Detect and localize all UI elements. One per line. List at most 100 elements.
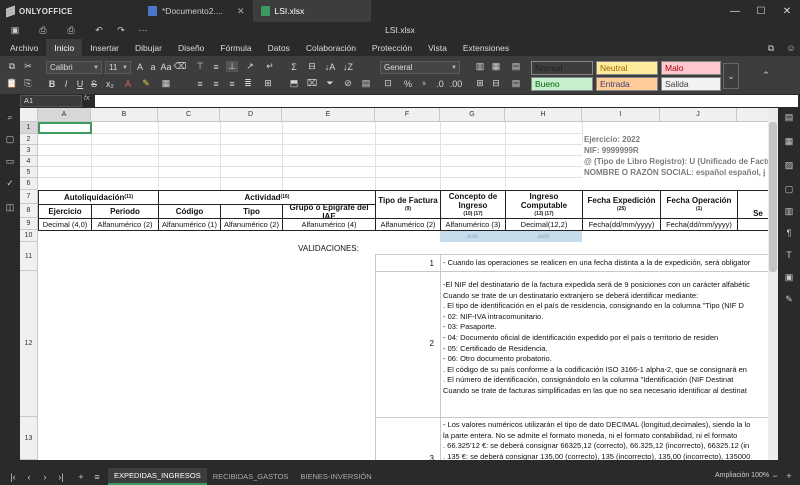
image-settings-icon[interactable]: ▨ bbox=[783, 160, 795, 170]
row-header-2[interactable]: 2 bbox=[20, 134, 38, 145]
select-all-corner[interactable] bbox=[20, 108, 38, 122]
increase-decimal-icon[interactable]: .00 bbox=[450, 78, 463, 89]
format-cell[interactable]: Alfanumérico (1) bbox=[159, 219, 220, 230]
styles-more-icon[interactable]: ⌄ bbox=[723, 63, 739, 89]
font-size-select[interactable]: 11 ▼ bbox=[105, 61, 131, 74]
formula-input[interactable] bbox=[95, 95, 798, 107]
format-cell[interactable]: Alfanumérico (4) bbox=[283, 219, 375, 230]
selected-cell-a1[interactable] bbox=[38, 122, 92, 134]
row-header-13[interactable]: 13 bbox=[20, 417, 38, 460]
auto-cell[interactable]: auto bbox=[505, 231, 582, 242]
row-header-9[interactable]: 9 bbox=[20, 218, 38, 230]
spreadsheet-grid[interactable]: A B C D E F G H I J 1 2 3 4 5 6 7 8 9 10… bbox=[20, 108, 778, 460]
copy-icon[interactable]: ⧉ bbox=[6, 61, 18, 72]
tab-documento2[interactable]: *Documento2.... ✕ bbox=[140, 0, 253, 22]
tab-lsi[interactable]: LSI.xlsx bbox=[252, 0, 371, 22]
sort-ascending-icon[interactable]: ↓A bbox=[324, 61, 336, 72]
row-header-3[interactable]: 3 bbox=[20, 145, 38, 156]
increase-font-icon[interactable]: A bbox=[134, 61, 146, 72]
named-range-icon[interactable]: ⊟ bbox=[306, 61, 318, 72]
scrollbar-thumb[interactable] bbox=[769, 122, 777, 272]
style-neutral[interactable]: Neutral bbox=[596, 61, 658, 75]
row-header-1[interactable]: 1 bbox=[20, 122, 38, 134]
cut-icon[interactable]: ✂ bbox=[22, 61, 34, 72]
italic-icon[interactable]: I bbox=[60, 78, 72, 89]
clear-filter-icon[interactable]: ⊘ bbox=[342, 78, 354, 89]
textart-settings-icon[interactable]: T bbox=[783, 250, 795, 260]
format-cell[interactable]: Alfanumérico (2) bbox=[92, 219, 158, 230]
column-header-h[interactable]: H bbox=[505, 108, 582, 122]
spellcheck-icon[interactable]: ✓ bbox=[4, 178, 16, 188]
user-icon[interactable]: ☺ bbox=[784, 42, 798, 54]
format-cell[interactable]: Fecha(dd/mm/yyyy) bbox=[583, 219, 660, 230]
format-cell[interactable]: Alfanumérico (2) bbox=[221, 219, 282, 230]
chat-icon[interactable]: ▭ bbox=[4, 156, 16, 166]
column-header-a[interactable]: A bbox=[38, 108, 91, 122]
number-format-select[interactable]: General ▼ bbox=[380, 61, 460, 74]
search-icon[interactable]: ⌕ bbox=[4, 112, 16, 122]
subscript-icon[interactable]: x₂ bbox=[104, 78, 116, 89]
text-orientation-icon[interactable]: ↗ bbox=[244, 61, 256, 72]
change-case-icon[interactable]: Aa bbox=[160, 61, 172, 72]
vertical-scrollbar[interactable] bbox=[768, 108, 778, 460]
auto-cell[interactable]: auto bbox=[440, 231, 505, 242]
sheet-tab-recibidas-gastos[interactable]: RECIBIDAS_GASTOS bbox=[207, 468, 295, 485]
comments-icon[interactable]: ▢ bbox=[4, 134, 16, 144]
row-header-10[interactable]: 10 bbox=[20, 230, 38, 242]
row-header-12[interactable]: 12 bbox=[20, 271, 38, 417]
name-box[interactable]: A1 bbox=[20, 95, 82, 107]
row-header-6[interactable]: 6 bbox=[20, 178, 38, 190]
cell-settings-icon[interactable]: ▤ bbox=[510, 61, 522, 72]
clear-icon[interactable]: ⌧ bbox=[306, 78, 318, 89]
column-header-g[interactable]: G bbox=[440, 108, 505, 122]
horizontal-scrollbar[interactable] bbox=[20, 460, 778, 468]
close-window-button[interactable]: ✕ bbox=[774, 0, 800, 22]
sheet-tab-expedidas-ingresos[interactable]: EXPEDIDAS_INGRESOS bbox=[108, 468, 207, 485]
fill-icon[interactable]: ⬒ bbox=[288, 78, 300, 89]
wrap-text-icon[interactable]: ↵ bbox=[264, 61, 276, 72]
last-sheet-icon[interactable]: ›| bbox=[54, 471, 68, 483]
signature-settings-icon[interactable]: ✎ bbox=[783, 294, 795, 304]
open-file-location-icon[interactable]: ⧉ bbox=[764, 42, 778, 54]
decrease-font-icon[interactable]: a bbox=[147, 61, 159, 72]
minimize-button[interactable]: — bbox=[722, 0, 748, 22]
format-cell[interactable]: Decimal(12,2) bbox=[506, 219, 582, 230]
insert-function-icon[interactable]: fx bbox=[84, 95, 94, 107]
plugins-icon[interactable]: ◫ bbox=[4, 202, 16, 212]
font-name-select[interactable]: Calibri ▼ bbox=[46, 61, 102, 74]
style-bueno[interactable]: Bueno bbox=[531, 77, 593, 91]
menu-colaboracion[interactable]: Colaboración bbox=[298, 39, 364, 56]
decrease-decimal-icon[interactable]: .0 bbox=[434, 78, 446, 89]
table-settings-icon[interactable]: ▦ bbox=[783, 136, 795, 146]
prev-sheet-icon[interactable]: ‹ bbox=[22, 471, 36, 483]
sheet-tab-bienes-inversion[interactable]: BIENES-INVERSIÓN bbox=[294, 468, 377, 485]
row-header-11[interactable]: 11 bbox=[20, 242, 38, 271]
style-salida[interactable]: Salida bbox=[661, 77, 721, 91]
column-header-e[interactable]: E bbox=[282, 108, 375, 122]
column-header-i[interactable]: I bbox=[582, 108, 660, 122]
sheet-list-icon[interactable]: ≡ bbox=[90, 471, 104, 483]
delete-cells-icon[interactable]: ⊟ bbox=[490, 78, 502, 89]
column-header-j[interactable]: J bbox=[660, 108, 737, 122]
column-header-d[interactable]: D bbox=[220, 108, 282, 122]
align-middle-icon[interactable]: ≡ bbox=[210, 61, 222, 72]
style-malo[interactable]: Malo bbox=[661, 61, 721, 75]
cell-settings-panel-icon[interactable]: ▤ bbox=[783, 112, 795, 122]
column-header-b[interactable]: B bbox=[91, 108, 158, 122]
zoom-out-icon[interactable]: − bbox=[768, 470, 782, 482]
bold-icon[interactable]: B bbox=[46, 78, 58, 89]
menu-datos[interactable]: Datos bbox=[260, 39, 298, 56]
add-sheet-icon[interactable]: + bbox=[74, 471, 88, 483]
autosum-icon[interactable]: Σ bbox=[288, 61, 300, 72]
sort-descending-icon[interactable]: ↓Z bbox=[342, 61, 354, 72]
pivot-settings-icon[interactable]: ▣ bbox=[783, 272, 795, 282]
accounting-icon[interactable]: ⊡ bbox=[382, 78, 394, 89]
menu-inicio[interactable]: Inicio bbox=[46, 39, 83, 56]
align-right-icon[interactable]: ≡ bbox=[226, 78, 238, 89]
menu-diseno[interactable]: Diseño bbox=[170, 39, 212, 56]
format-cell[interactable]: Alfanumérico (2) bbox=[376, 219, 440, 230]
collapse-ribbon-icon[interactable]: ⌃ bbox=[760, 70, 772, 81]
format-cell[interactable]: Alfanumérico (3) bbox=[441, 219, 505, 230]
chart-settings-icon[interactable]: ▥ bbox=[783, 206, 795, 216]
menu-formula[interactable]: Fórmula bbox=[212, 39, 259, 56]
